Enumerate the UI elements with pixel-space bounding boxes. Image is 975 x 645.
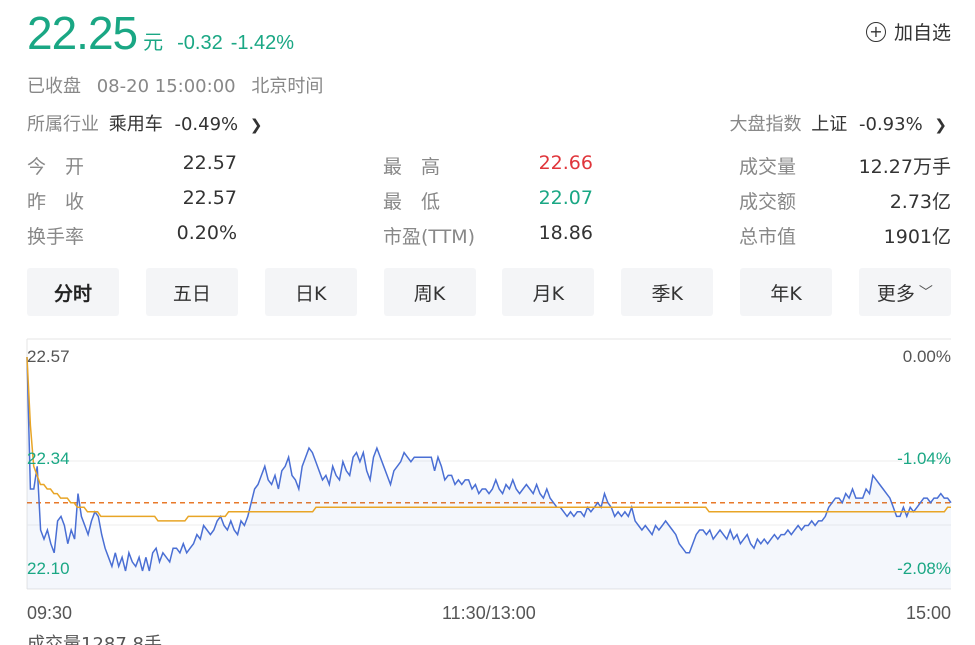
price-area [27,357,951,589]
quote-header: 22.25 元 -0.32 -1.42% [27,6,295,59]
high-label: 最 高 [383,156,441,178]
add-watchlist-label: 加自选 [893,22,951,44]
high-value: 22.66 [538,152,593,174]
y-left-bottom: 22.10 [27,559,70,578]
low-value: 22.07 [538,187,593,209]
amount-label: 成交额 [739,191,797,213]
market-status: 已收盘 08-20 15:00:00 北京时间 [27,72,333,98]
prev-close-label: 昨 收 [27,191,85,213]
index-label: 大盘指数 [729,114,802,135]
low-label: 最 低 [383,191,441,213]
index-pct: -0.93% [859,114,923,135]
turnover-value: 0.20% [176,222,237,244]
intraday-chart-svg [26,338,952,590]
stats-row: 昨 收 22.57 最 低 22.07 成交额 2.73亿 [27,187,951,222]
industry-pct: -0.49% [174,114,239,135]
x-label-open: 09:30 [27,603,73,623]
y-right-top: 0.00% [902,347,951,366]
open-value: 22.57 [182,152,237,174]
amount-value: 2.73亿 [889,191,951,213]
price-unit: 元 [143,30,164,54]
turnover-label: 换手率 [27,226,85,248]
tab-more[interactable]: 更多 ﹀ [858,268,951,316]
market-index-link[interactable]: 大盘指数 上证 -0.93% ❯ [730,110,947,136]
prev-close-value: 22.57 [182,187,237,209]
industry-link[interactable]: 所属行业 乘用车 -0.49% ❯ [27,110,262,136]
price-change: -0.32 [177,32,223,54]
add-watchlist-button[interactable]: + 加自选 [865,18,951,45]
volume-value: 12.27万手 [858,156,951,178]
industry-label: 所属行业 [27,114,99,135]
x-label-midday: 11:30/13:00 [442,603,536,623]
plus-circle-icon: + [865,21,886,42]
volume-label: 成交量 [739,156,797,178]
chevron-down-icon: ﹀ [918,285,933,301]
stats-grid: 今 开 22.57 最 高 22.66 成交量 12.27万手 昨 收 22.5… [27,152,951,257]
current-price: 22.25 [27,7,138,59]
stats-row: 今 开 22.57 最 高 22.66 成交量 12.27万手 [27,152,951,187]
market-datetime: 08-20 15:00:00 [96,76,236,97]
market-timezone: 北京时间 [251,76,324,97]
tab-yearly-k[interactable]: 年K [740,268,833,316]
tab-quarterly-k[interactable]: 季K [621,268,714,316]
pe-label: 市盈(TTM) [383,226,476,248]
y-left-top: 22.57 [27,347,70,366]
price-change-pct: -1.42% [230,32,295,54]
chart-period-tabs: 分时 五日 日K 周K 月K 季K 年K 更多 ﹀ [27,268,951,316]
chevron-right-icon: ❯ [934,116,947,134]
chevron-right-icon: ❯ [249,116,263,134]
mcap-value: 1901亿 [883,226,951,248]
tab-monthly-k[interactable]: 月K [502,268,595,316]
y-right-mid: -1.04% [897,449,951,468]
tab-five-day[interactable]: 五日 [145,268,238,316]
tab-daily-k[interactable]: 日K [264,268,357,316]
stats-row: 换手率 0.20% 市盈(TTM) 18.86 总市值 1901亿 [27,222,951,257]
x-label-close: 15:00 [905,603,951,623]
tab-intraday[interactable]: 分时 [27,268,119,316]
market-state: 已收盘 [27,76,81,97]
y-right-bottom: -2.08% [897,559,951,578]
tab-more-label: 更多 [876,282,915,305]
industry-name: 乘用车 [108,114,163,135]
intraday-chart: 22.57 22.34 22.10 0.00% -1.04% -2.08% 09… [0,335,975,645]
pe-value: 18.86 [538,222,593,244]
open-label: 今 开 [27,156,85,178]
y-left-mid: 22.34 [27,449,70,468]
tab-weekly-k[interactable]: 周K [383,268,476,316]
volume-caption: 成交量1287.8手 [27,634,162,645]
mcap-label: 总市值 [739,226,797,248]
index-name: 上证 [811,114,848,135]
